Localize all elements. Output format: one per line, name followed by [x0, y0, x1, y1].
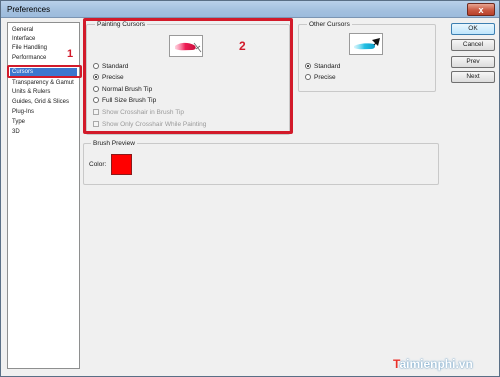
- other-radio-precise[interactable]: Precise: [305, 73, 336, 82]
- other-cursors-group: Other Cursors Standard Precise: [298, 20, 436, 92]
- other-cursor-preview: [349, 33, 383, 55]
- watermark-rest: aimienphi: [399, 357, 456, 371]
- prev-button[interactable]: Prev: [451, 56, 495, 68]
- sidebar-item-performance[interactable]: Performance: [12, 54, 46, 63]
- cancel-button[interactable]: Cancel: [451, 39, 495, 51]
- close-button[interactable]: x: [467, 3, 495, 16]
- other-radio-standard[interactable]: Standard: [305, 62, 340, 71]
- brush-stroke-icon: [354, 38, 380, 50]
- color-swatch[interactable]: [111, 154, 132, 175]
- window-title: Preferences: [7, 5, 51, 14]
- sidebar-item-file-handling[interactable]: File Handling: [12, 44, 47, 53]
- annotation-marker-2: 2: [239, 39, 246, 53]
- watermark-suffix: .vn: [455, 357, 473, 371]
- title-bar[interactable]: Preferences x: [1, 1, 499, 18]
- annotation-marker-1: 1: [67, 48, 74, 60]
- sidebar-item-general[interactable]: General: [12, 26, 33, 35]
- watermark-logo: Taimienphi.vn: [393, 357, 473, 371]
- sidebar-item-plug-ins[interactable]: Plug-Ins: [12, 108, 34, 117]
- ok-button[interactable]: OK: [451, 23, 495, 35]
- sidebar-item-interface[interactable]: Interface: [12, 35, 35, 44]
- sidebar-item-transparency-gamut[interactable]: Transparency & Gamut: [12, 79, 74, 88]
- sidebar-item-guides-grid-slices[interactable]: Guides, Grid & Slices: [12, 98, 69, 107]
- other-radio-precise-label: Precise: [314, 74, 336, 81]
- sidebar-item-units-rulers[interactable]: Units & Rulers: [12, 88, 50, 97]
- sidebar-item-3d[interactable]: 3D: [12, 128, 20, 137]
- radio-button[interactable]: [305, 63, 311, 69]
- brush-preview-group: Brush Preview Color:: [83, 139, 439, 185]
- preferences-dialog: Preferences x General Interface File Han…: [0, 0, 500, 377]
- brush-preview-title: Brush Preview: [91, 139, 137, 148]
- next-button[interactable]: Next: [451, 71, 495, 83]
- color-label: Color:: [89, 161, 107, 168]
- radio-button[interactable]: [305, 74, 311, 80]
- other-radio-standard-label: Standard: [314, 63, 341, 70]
- annotation-highlight-painting-cursors: [83, 18, 293, 134]
- annotation-highlight-cursors: [7, 65, 82, 78]
- other-cursors-title: Other Cursors: [307, 20, 352, 29]
- sidebar-item-type[interactable]: Type: [12, 118, 25, 127]
